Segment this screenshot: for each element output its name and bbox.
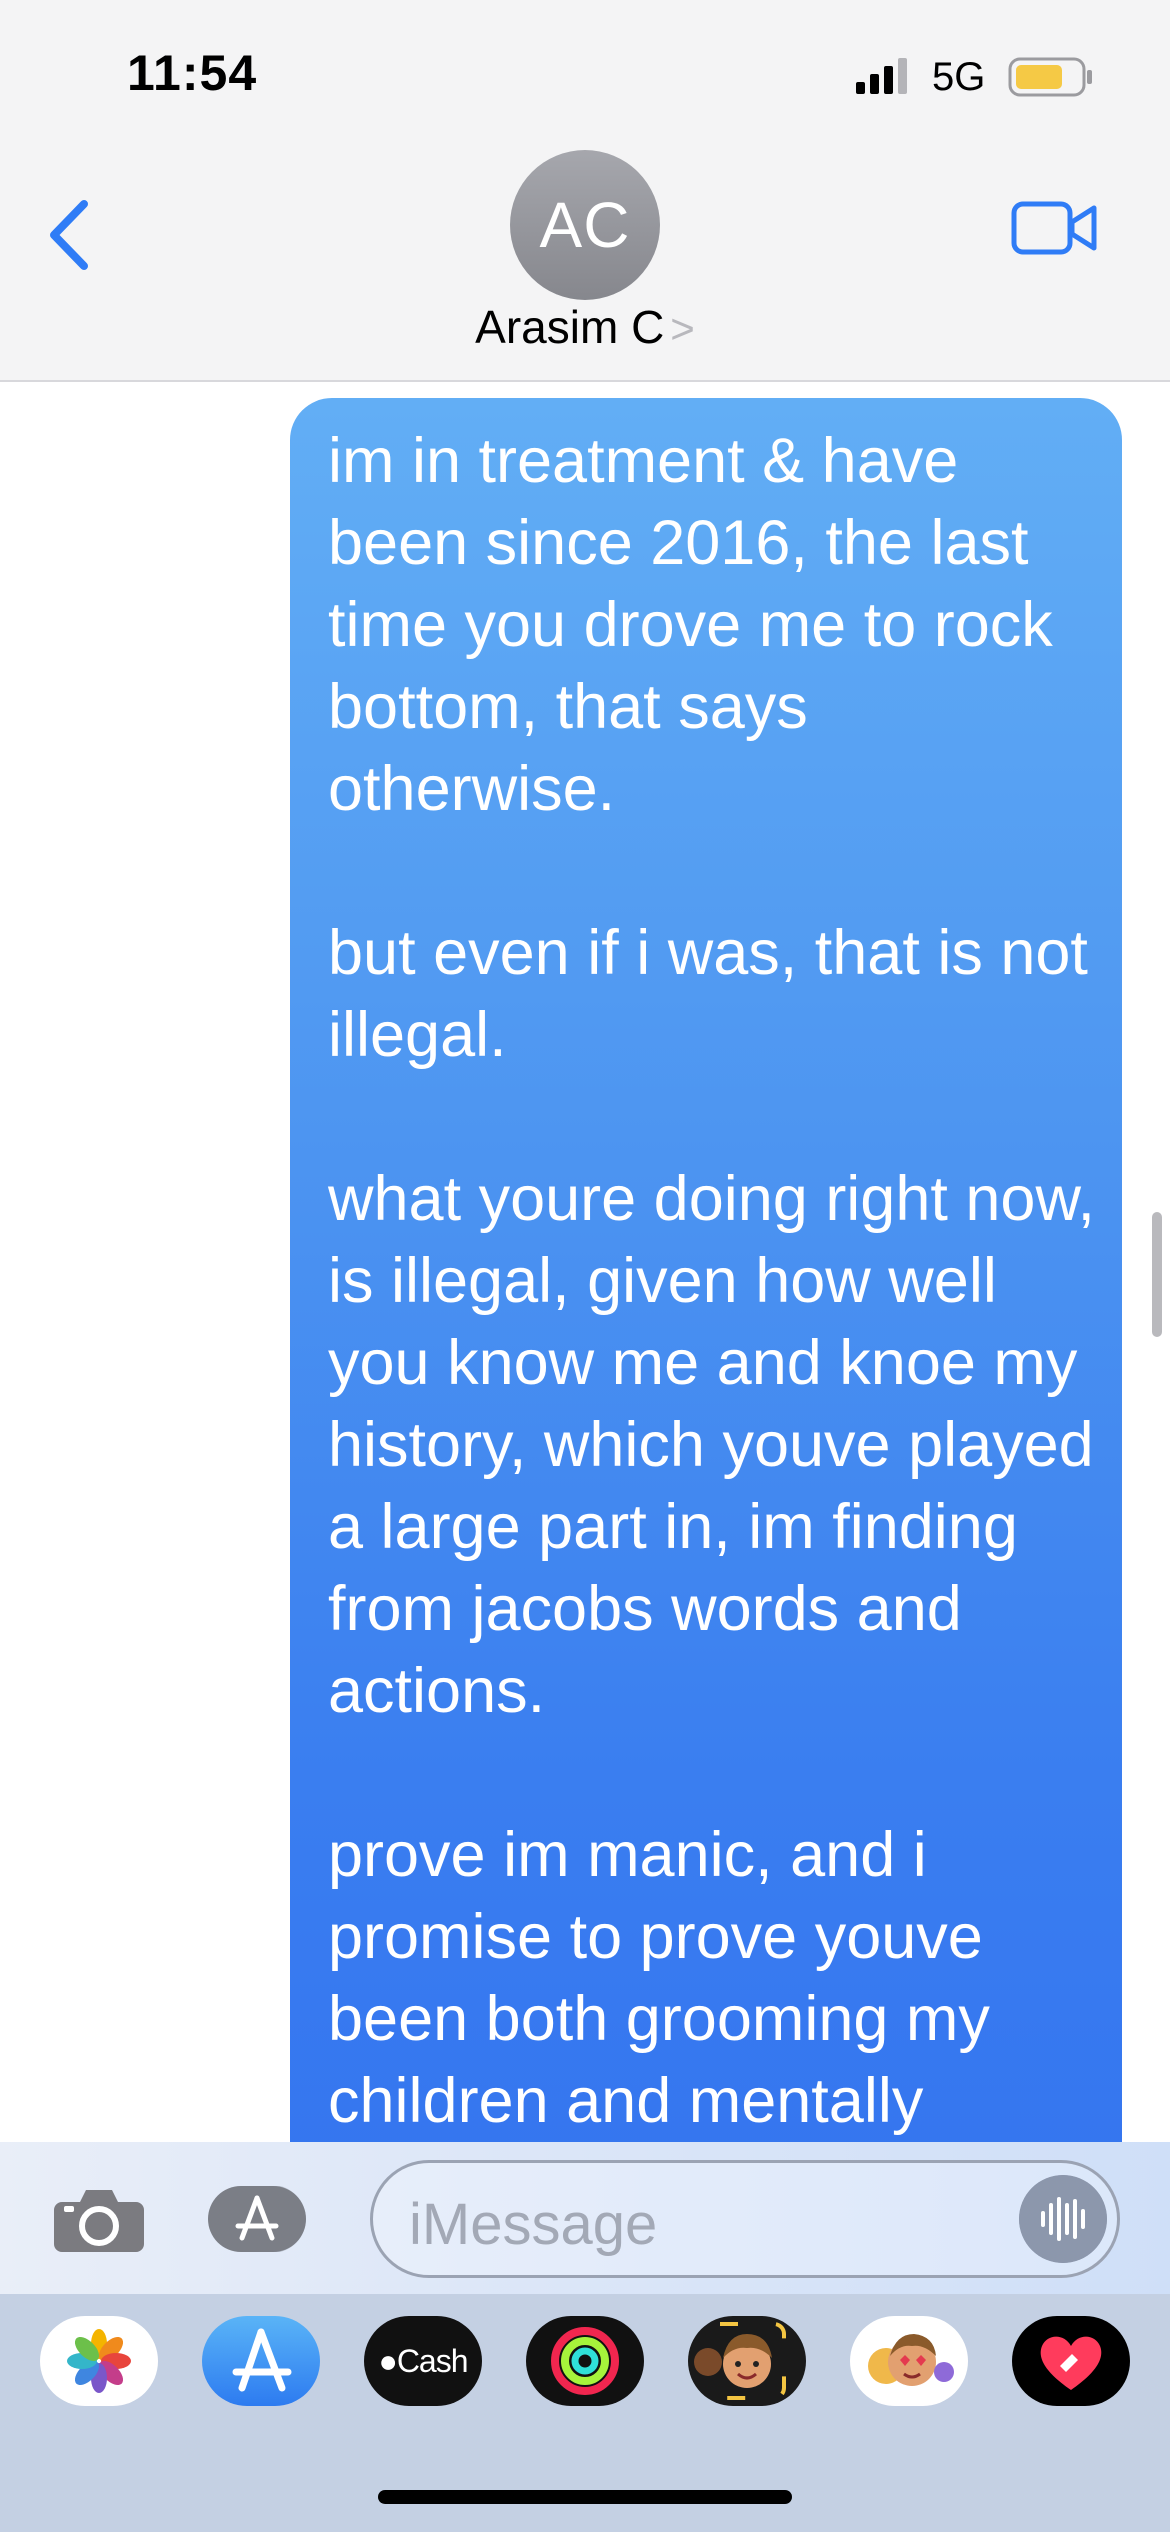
- home-indicator[interactable]: [378, 2490, 792, 2504]
- app-store-icon[interactable]: [206, 2182, 320, 2256]
- message-text: im in treatment & have been since 2016, …: [328, 426, 1095, 2136]
- message-thread[interactable]: im in treatment & have been since 2016, …: [0, 382, 1170, 2142]
- chevron-left-icon[interactable]: [40, 190, 100, 280]
- contact-name[interactable]: Arasim C: [475, 301, 664, 353]
- contact-name-button[interactable]: Arasim C >: [0, 300, 1170, 354]
- video-camera-icon[interactable]: [1010, 198, 1100, 258]
- conversation-header: AC Arasim C >: [0, 150, 1170, 382]
- memoji-stickers-app-icon[interactable]: [850, 2316, 968, 2406]
- compose-bar: iMessage: [0, 2142, 1170, 2294]
- message-input[interactable]: iMessage: [370, 2160, 1120, 2278]
- chevron-right-icon: >: [670, 305, 695, 352]
- imessage-app-drawer: ● Cash: [0, 2294, 1170, 2532]
- status-time: 11:54: [127, 45, 258, 101]
- battery-icon: [1008, 57, 1092, 97]
- network-type-label: 5G: [932, 55, 986, 99]
- message-input-placeholder: iMessage: [409, 2192, 658, 2257]
- contact-avatar[interactable]: AC: [510, 150, 660, 300]
- cellular-signal-icon: [856, 58, 907, 94]
- audio-waveform-icon[interactable]: [1019, 2175, 1107, 2263]
- sent-message-bubble[interactable]: im in treatment & have been since 2016, …: [290, 398, 1122, 2142]
- digital-touch-app-icon[interactable]: [1012, 2316, 1130, 2406]
- photos-app-icon[interactable]: [40, 2316, 158, 2406]
- status-bar: 11:54 5G: [0, 0, 1170, 150]
- memoji-app-icon[interactable]: [688, 2316, 806, 2406]
- apple-cash-label: Cash: [396, 2342, 469, 2379]
- scroll-indicator[interactable]: [1152, 1212, 1162, 1337]
- camera-icon[interactable]: [52, 2184, 146, 2254]
- fitness-app-icon[interactable]: [526, 2316, 644, 2406]
- apple-cash-app-icon[interactable]: ● Cash: [364, 2316, 482, 2406]
- apple-logo-icon: ●: [378, 2342, 397, 2379]
- app-store-app-icon[interactable]: [202, 2316, 320, 2406]
